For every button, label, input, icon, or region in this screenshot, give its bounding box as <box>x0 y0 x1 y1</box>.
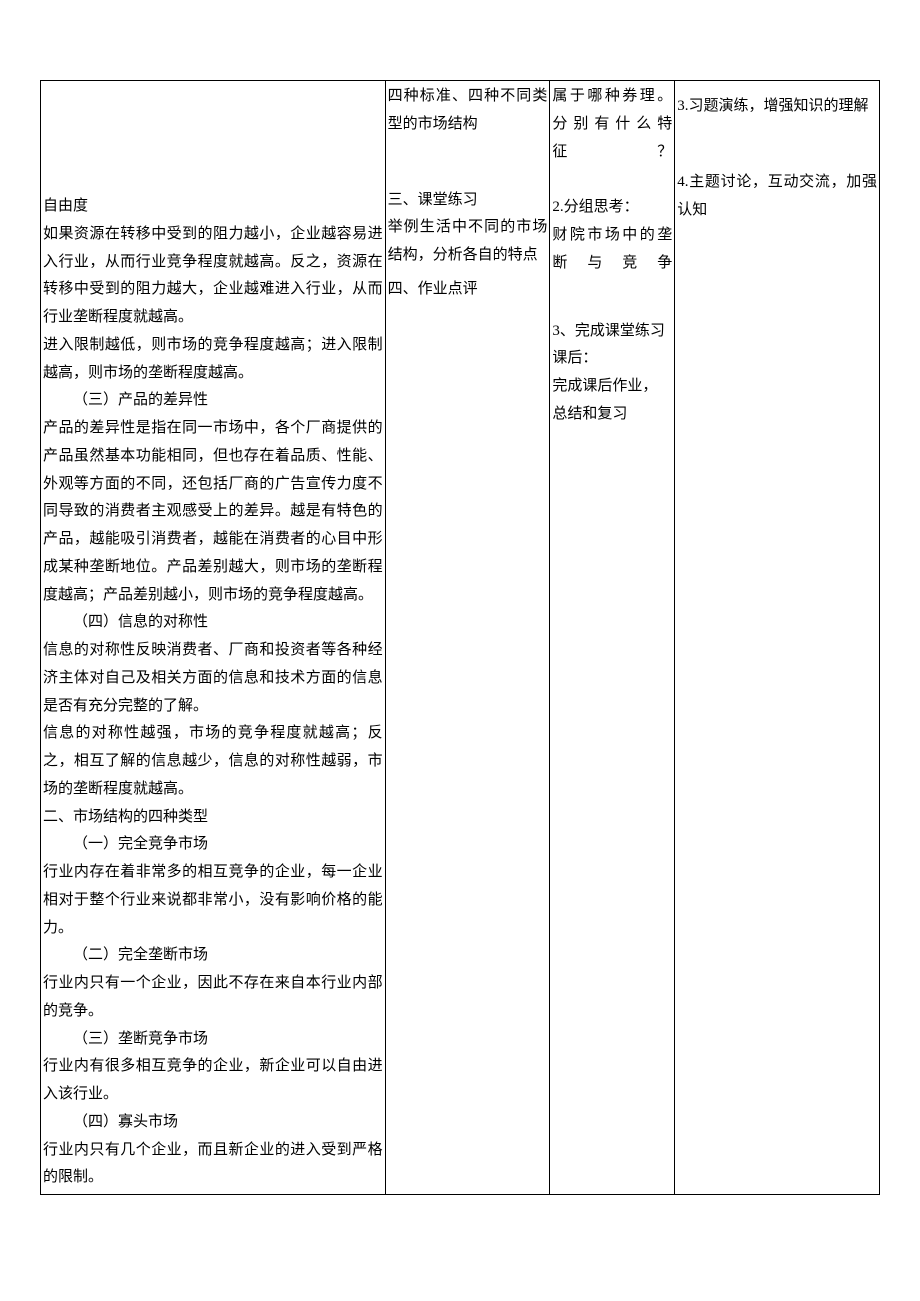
type3-body: 行业内有很多相互竞争的企业，新企业可以自由进入该行业。 <box>43 1053 383 1109</box>
type4-body: 行业内只有几个企业，而且新企业的进入受到严格的限制。 <box>43 1137 383 1193</box>
column-1: 自由度 如果资源在转移中受到的阻力越小，企业越容易进入行业，从而行业竞争程度就越… <box>41 81 386 1195</box>
types-title: 二、市场结构的四种类型 <box>43 804 383 832</box>
freedom-para-1: 如果资源在转移中受到的阻力越小，企业越容易进入行业，从而行业竞争程度就越高。反之… <box>43 221 383 332</box>
diff-title: （三）产品的差异性 <box>43 387 383 415</box>
col2-item-1: 四种标准、四种不同类型的市场结构 <box>388 83 548 139</box>
col3-item-1: 属于哪种券理。分别有什么特征？ <box>552 83 672 166</box>
col2-item-3: 四、作业点评 <box>388 276 548 304</box>
col3-item-3-body1: 完成课后作业， <box>552 373 672 401</box>
info-para-2: 信息的对称性越强，市场的竞争程度就越高；反之，相互了解的信息越少，信息的对称性越… <box>43 720 383 803</box>
type1-body: 行业内存在着非常多的相互竞争的企业，每一企业相对于整个行业来说都非常小，没有影响… <box>43 859 383 942</box>
col3-item-3-title: 3、完成课堂练习课后： <box>552 318 672 374</box>
col3-item-2-body: 财院市场中的垄断与竞争 <box>552 222 672 278</box>
freedom-title: 自由度 <box>43 193 383 221</box>
col3-item-3-body2: 总结和复习 <box>552 401 672 429</box>
page: 自由度 如果资源在转移中受到的阻力越小，企业越容易进入行业，从而行业竞争程度就越… <box>0 0 920 1301</box>
col2-item-2-body: 举例生活中不同的市场结构，分析各自的特点 <box>388 214 548 270</box>
type2-title: （二）完全垄断市场 <box>43 942 383 970</box>
type2-body: 行业内只有一个企业，因此不存在来自本行业内部的竞争。 <box>43 970 383 1026</box>
type1-title: （一）完全竞争市场 <box>43 831 383 859</box>
diff-para: 产品的差异性是指在同一市场中，各个厂商提供的产品虽然基本功能相同，但也存在着品质… <box>43 415 383 609</box>
column-4: 3.习题演练，增强知识的理解 4.主题讨论，互动交流，加强认知 <box>675 81 880 1195</box>
freedom-para-2: 进入限制越低，则市场的竞争程度越高；进入限制越高，则市场的垄断程度越高。 <box>43 332 383 388</box>
col2-item-2-title: 三、课堂练习 <box>388 187 548 215</box>
content-table: 自由度 如果资源在转移中受到的阻力越小，企业越容易进入行业，从而行业竞争程度就越… <box>40 80 880 1195</box>
col3-item-2-title: 2.分组思考： <box>552 194 672 222</box>
info-title: （四）信息的对称性 <box>43 609 383 637</box>
column-3: 属于哪种券理。分别有什么特征？ 2.分组思考： 财院市场中的垄断与竞争 3、完成… <box>550 81 675 1195</box>
col4-item-1: 3.习题演练，增强知识的理解 <box>677 93 877 121</box>
type3-title: （三）垄断竞争市场 <box>43 1026 383 1054</box>
column-2: 四种标准、四种不同类型的市场结构 三、课堂练习 举例生活中不同的市场结构，分析各… <box>385 81 550 1195</box>
type4-title: （四）寡头市场 <box>43 1109 383 1137</box>
info-para-1: 信息的对称性反映消费者、厂商和投资者等各种经济主体对自己及相关方面的信息和技术方… <box>43 637 383 720</box>
col4-item-2: 4.主题讨论，互动交流，加强认知 <box>677 169 877 225</box>
